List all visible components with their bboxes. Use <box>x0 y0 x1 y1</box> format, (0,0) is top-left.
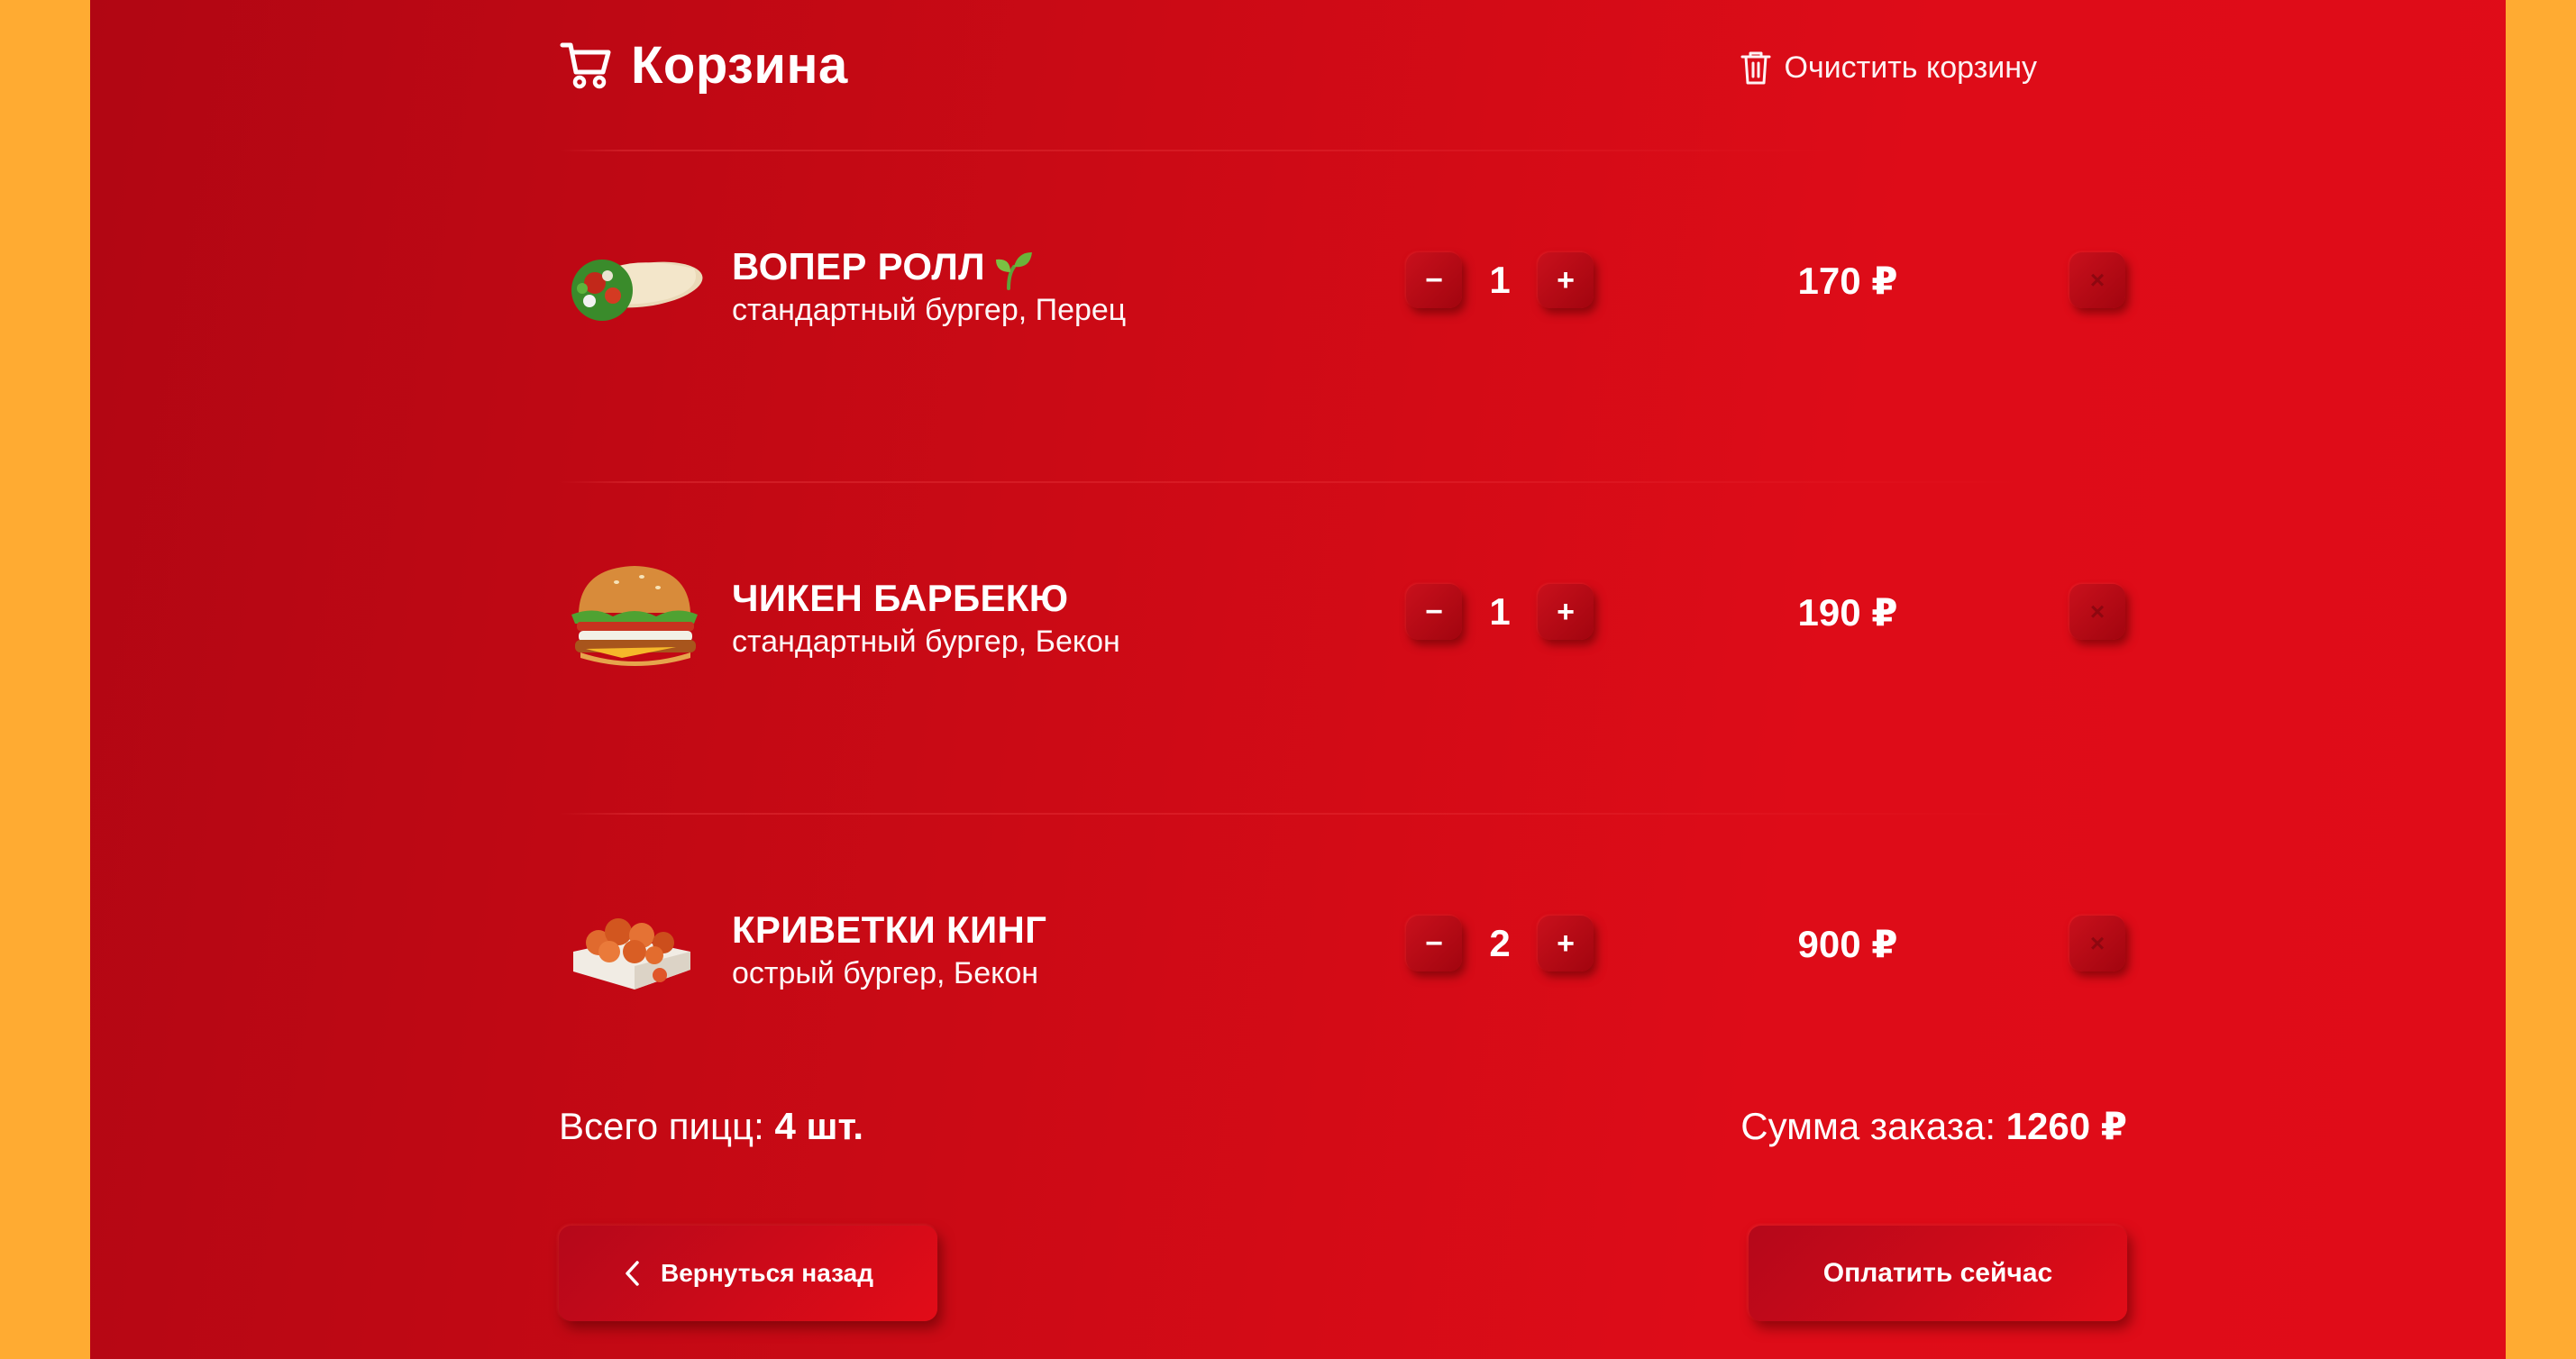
item-price: 170 ₽ <box>1797 259 1898 302</box>
clear-cart-button[interactable]: Очистить корзину <box>1740 47 2038 88</box>
remove-item-button[interactable]: × <box>2069 252 2125 308</box>
pay-now-button[interactable]: Оплатить сейчас <box>1749 1226 2127 1321</box>
item-name: ВОПЕР РОЛЛ <box>732 243 1034 290</box>
decrease-quantity-button[interactable]: − <box>1406 916 1462 971</box>
cart-icon <box>560 42 611 89</box>
cart-item: ВОПЕР РОЛЛ стандартный бургер, Перец − 1… <box>559 216 2125 342</box>
divider <box>559 481 2037 483</box>
trash-icon <box>1740 51 1770 85</box>
item-name-text: ВОПЕР РОЛЛ <box>732 245 985 287</box>
quantity-value: 1 <box>1489 590 1511 633</box>
sprout-icon <box>995 251 1032 290</box>
decrease-quantity-button[interactable]: − <box>1406 584 1462 640</box>
decrease-quantity-button[interactable]: − <box>1406 252 1462 308</box>
item-description: стандартный бургер, Бекон <box>732 625 1120 659</box>
divider <box>559 813 2037 815</box>
item-price: 900 ₽ <box>1797 922 1898 965</box>
item-price: 190 ₽ <box>1797 590 1898 634</box>
divider <box>559 150 1857 151</box>
burger-image <box>571 566 698 666</box>
total-count: Всего пицц: 4 шт. <box>559 1101 863 1152</box>
back-button[interactable]: Вернуться назад <box>559 1226 937 1321</box>
increase-quantity-button[interactable]: + <box>1538 584 1594 640</box>
total-count-value: 4 шт. <box>774 1105 864 1147</box>
order-sum: Сумма заказа: 1260 ₽ <box>1316 1101 2127 1152</box>
cart-item: ЧИКЕН БАРБЕКЮ стандартный бургер, Бекон … <box>559 548 2125 674</box>
cart-content: Корзина Очистить корзину ВОПЕР РОЛЛ стан… <box>559 0 2127 1359</box>
cart-header: Корзина Очистить корзину <box>559 32 2037 101</box>
shrimp-box-image <box>573 918 690 990</box>
increase-quantity-button[interactable]: + <box>1538 916 1594 971</box>
chevron-left-icon <box>626 1261 639 1286</box>
cart-panel: Корзина Очистить корзину ВОПЕР РОЛЛ стан… <box>90 0 2506 1359</box>
clear-cart-label: Очистить корзину <box>1784 50 2038 85</box>
page-title: Корзина <box>631 36 848 95</box>
back-button-label: Вернуться назад <box>660 1259 874 1287</box>
remove-item-button[interactable]: × <box>2069 584 2125 640</box>
wrap-image <box>571 260 703 321</box>
order-sum-value: 1260 ₽ <box>2005 1105 2127 1147</box>
cart-item: КРИВЕТКИ КИНГ острый бургер, Бекон − 2 +… <box>559 880 2125 1006</box>
item-description: стандартный бургер, Перец <box>732 293 1127 327</box>
increase-quantity-button[interactable]: + <box>1538 252 1594 308</box>
item-name: ЧИКЕН БАРБЕКЮ <box>732 577 1069 619</box>
quantity-value: 2 <box>1489 922 1511 964</box>
total-count-label: Всего пицц: <box>559 1105 764 1147</box>
order-sum-label: Сумма заказа: <box>1740 1105 1996 1147</box>
quantity-value: 1 <box>1489 259 1511 301</box>
item-description: острый бургер, Бекон <box>732 956 1039 990</box>
remove-item-button[interactable]: × <box>2069 916 2125 971</box>
item-name: КРИВЕТКИ КИНГ <box>732 908 1047 951</box>
